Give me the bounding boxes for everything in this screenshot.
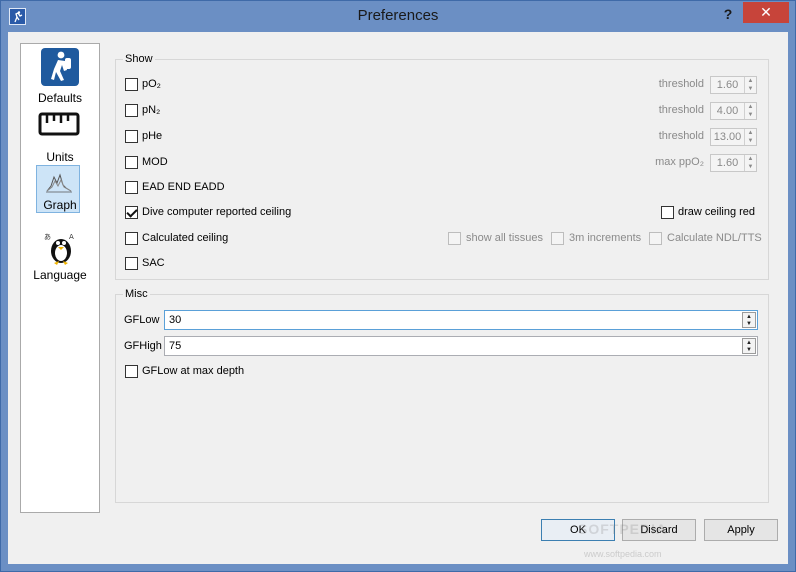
ead-end-eadd-checkbox[interactable]: EAD END EADD [125, 178, 225, 196]
spinner-arrows[interactable]: ▲ ▼ [744, 103, 756, 119]
gflow-value[interactable]: 30 [165, 314, 742, 326]
spinner-value: 4.00 [716, 105, 739, 117]
3m-increments-checkbox[interactable]: 3m increments [551, 229, 641, 247]
checkbox[interactable] [125, 231, 138, 245]
close-button[interactable]: ✕ [743, 2, 789, 23]
watermark: SOFTPEDIA [578, 521, 668, 537]
checkbox[interactable] [125, 77, 138, 91]
checkbox[interactable] [125, 129, 138, 143]
mod-max-ppo2-label: max ppO₂ [655, 156, 704, 168]
po2-threshold-spinner[interactable]: 1.60 ▲ ▼ [710, 76, 757, 94]
mod-label: MOD [142, 156, 168, 168]
sidebar-item-label: Graph [43, 198, 77, 212]
calculated-ceiling-checkbox[interactable]: Calculated ceiling [125, 229, 228, 247]
checkbox[interactable] [551, 231, 564, 245]
checkbox[interactable] [661, 205, 674, 219]
sidebar-item-graph[interactable]: Graph [21, 165, 99, 215]
mod-checkbox[interactable]: MOD [125, 153, 168, 171]
checkbox[interactable] [125, 205, 138, 219]
po2-threshold-label: threshold [658, 78, 704, 90]
3m-increments-label: 3m increments [569, 232, 642, 244]
window-title: Preferences [357, 7, 439, 24]
spinner-arrows[interactable]: ▲ ▼ [744, 129, 756, 145]
phe-label: pHe [142, 130, 163, 142]
gfhigh-spinbox[interactable]: 75 ▲ ▼ [164, 336, 758, 356]
help-button[interactable]: ? [717, 4, 739, 24]
svg-text:あ: あ [44, 233, 51, 241]
dc-ceiling-label: Dive computer reported ceiling [142, 206, 292, 218]
pn2-label: pN₂ [142, 104, 161, 116]
show-all-tissues-checkbox[interactable]: show all tissues [448, 229, 543, 247]
watermark-url: www.softpedia.com [584, 549, 662, 559]
title-bar[interactable]: Preferences ? ✕ [1, 1, 795, 32]
spinner-arrows[interactable]: ▲ ▼ [742, 312, 756, 328]
draw-ceiling-red-label: draw ceiling red [678, 206, 756, 218]
preferences-window: Preferences ? ✕ Defaults Units Graph あ A… [0, 0, 796, 572]
checkbox[interactable] [125, 155, 138, 169]
checkbox[interactable] [125, 103, 138, 117]
spinner-value: 1.60 [716, 157, 739, 169]
gflow-label: GFLow [124, 314, 160, 326]
calculate-ndl-tts-checkbox[interactable]: Calculate NDL/TTS [649, 229, 762, 247]
checkbox[interactable] [125, 364, 138, 378]
checkbox[interactable] [448, 231, 461, 245]
penguin-icon: あ A [42, 230, 80, 266]
dc-ceiling-checkbox[interactable]: Dive computer reported ceiling [125, 203, 291, 221]
sidebar-item-label: Language [33, 268, 87, 282]
svg-text:A: A [69, 233, 74, 241]
mod-max-ppo2-spinner[interactable]: 1.60 ▲ ▼ [710, 154, 757, 172]
draw-ceiling-red-checkbox[interactable]: draw ceiling red [661, 203, 755, 221]
gflow-max-depth-checkbox[interactable]: GFLow at max depth [125, 362, 244, 380]
dialog-body: Defaults Units Graph あ A Language Show p… [8, 32, 788, 564]
show-all-tissues-label: show all tissues [466, 232, 544, 244]
gflow-spinbox[interactable]: 30 ▲ ▼ [164, 310, 758, 330]
pn2-threshold-label: threshold [658, 104, 704, 116]
misc-group-title: Misc [123, 288, 150, 300]
spinner-arrows[interactable]: ▲ ▼ [744, 155, 756, 171]
spinner-arrows[interactable]: ▲ ▼ [744, 77, 756, 93]
pn2-checkbox[interactable]: pN₂ [125, 101, 160, 119]
sidebar-item-label: Units [46, 150, 74, 164]
phe-checkbox[interactable]: pHe [125, 127, 162, 145]
show-group-title: Show [123, 53, 155, 65]
category-list: Defaults Units Graph あ A Language [20, 43, 100, 513]
checkbox[interactable] [649, 231, 662, 245]
diver-icon [40, 47, 80, 87]
gfhigh-label: GFHigh [124, 340, 162, 352]
checkbox[interactable] [125, 180, 138, 194]
spinner-arrows[interactable]: ▲ ▼ [742, 338, 756, 354]
phe-threshold-label: threshold [658, 130, 704, 142]
gflow-max-depth-label: GFLow at max depth [142, 365, 245, 377]
spinner-value: 13.00 [713, 131, 742, 143]
graph-icon [45, 171, 73, 193]
ruler-icon [38, 110, 80, 140]
spinner-value: 1.60 [716, 79, 739, 91]
apply-button[interactable]: Apply [704, 519, 778, 541]
ead-end-eadd-label: EAD END EADD [142, 181, 225, 193]
sidebar-item-defaults[interactable]: Defaults [21, 47, 99, 105]
calculate-ndl-tts-label: Calculate NDL/TTS [667, 232, 762, 244]
phe-threshold-spinner[interactable]: 13.00 ▲ ▼ [710, 128, 757, 146]
pn2-threshold-spinner[interactable]: 4.00 ▲ ▼ [710, 102, 757, 120]
po2-checkbox[interactable]: pO₂ [125, 75, 161, 93]
sac-checkbox[interactable]: SAC [125, 254, 165, 272]
sidebar-item-units[interactable]: Units [21, 110, 99, 164]
gfhigh-value[interactable]: 75 [165, 340, 742, 352]
checkbox[interactable] [125, 256, 138, 270]
sidebar-item-label: Defaults [37, 91, 83, 105]
po2-label: pO₂ [142, 78, 161, 90]
calculated-ceiling-label: Calculated ceiling [142, 232, 229, 244]
sac-label: SAC [142, 257, 165, 269]
sidebar-item-language[interactable]: あ A Language [21, 230, 99, 290]
